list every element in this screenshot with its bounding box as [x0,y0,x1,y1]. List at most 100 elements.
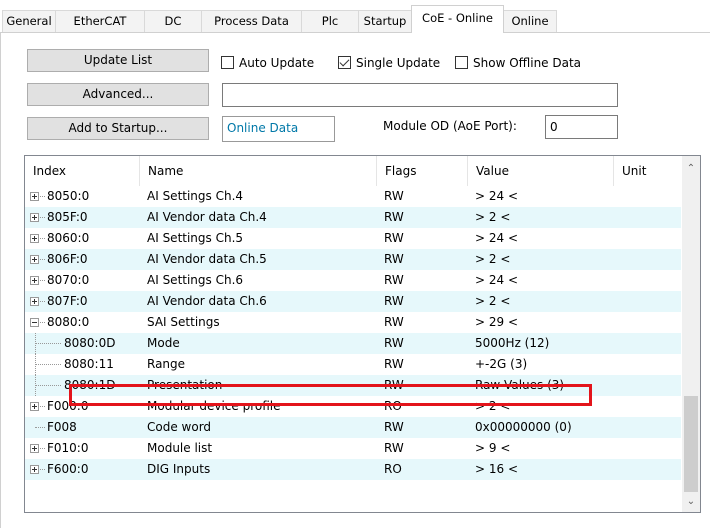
advanced-button[interactable]: Advanced... [27,83,209,106]
cell-value: > 29 < [475,315,519,329]
table-row[interactable]: 8080:0D Mode RW 5000Hz (12) [25,333,681,354]
tab-dc[interactable]: DC [144,10,202,32]
show-offline-data-label: Show Offline Data [473,56,582,70]
cell-value: > 24 < [475,273,519,287]
cell-index: 8080:11 [64,357,114,371]
cell-value: 5000Hz (12) [475,336,550,350]
table-row[interactable]: F008 Code word RW 0x00000000 (0) [25,417,681,438]
tab-ethercat[interactable]: EtherCAT [55,10,145,32]
collapse-minus-icon[interactable] [30,318,39,327]
cell-flags: RW [384,315,404,329]
table-row[interactable]: 8080:1D Presentation RW Raw Values (3) [25,375,681,396]
cell-flags: RW [384,273,404,287]
cell-value: > 24 < [475,189,519,203]
vertical-scrollbar[interactable]: ⌃ ⌄ [682,156,700,512]
tree-line [35,364,61,365]
cell-flags: RW [384,231,404,245]
table-row[interactable]: F600:0 DIG Inputs RO > 16 < [25,459,681,480]
expand-plus-icon[interactable] [30,213,39,222]
scroll-down-icon[interactable]: ⌄ [682,493,700,511]
cell-index: F008 [47,420,77,434]
cell-flags: RW [384,189,404,203]
checkbox-box[interactable] [455,56,468,69]
cell-flags: RW [384,420,404,434]
tree-line [40,406,45,407]
cell-index: 8070:0 [47,273,90,287]
cell-flags: RW [384,441,404,455]
column-header-value[interactable]: Value [468,156,614,186]
tree-line [40,238,45,239]
expand-plus-icon[interactable] [30,297,39,306]
table-row[interactable]: F000:0 Modular device profile RO > 2 < [25,396,681,417]
table-row[interactable]: F010:0 Module list RW > 9 < [25,438,681,459]
cell-value: 0x00000000 (0) [475,420,572,434]
tree-line [40,322,45,323]
cell-name: AI Settings Ch.6 [147,273,244,287]
coe-object-list[interactable]: Index Name Flags Value Unit 8050:0 AI Set… [24,155,701,513]
tab-plc[interactable]: Plc [301,10,359,32]
expand-plus-icon[interactable] [30,234,39,243]
scrollbar-thumb[interactable] [684,396,698,492]
column-header-flags[interactable]: Flags [377,156,468,186]
table-row[interactable]: 805F:0 AI Vendor data Ch.4 RW > 2 < [25,207,681,228]
cell-flags: RW [384,252,404,266]
scroll-up-icon[interactable]: ⌃ [682,160,700,178]
tree-line [35,343,61,344]
cell-name: Modular device profile [147,399,281,413]
update-list-button[interactable]: Update List [27,49,209,72]
cell-value: > 24 < [475,231,519,245]
expand-plus-icon[interactable] [30,192,39,201]
table-row[interactable]: 8060:0 AI Settings Ch.5 RW > 24 < [25,228,681,249]
checkbox-box-checked[interactable] [338,56,351,69]
cell-value: Raw Values (3) [475,378,565,392]
expand-plus-icon[interactable] [30,402,39,411]
tab-online[interactable]: Online [503,10,557,32]
cell-index: 805F:0 [47,210,88,224]
cell-flags: RO [384,462,402,476]
tab-startup[interactable]: Startup [358,10,412,32]
cell-value: > 2 < [475,294,511,308]
tree-line [35,427,45,428]
cell-value: > 2 < [475,210,511,224]
module-od-input[interactable]: 0 [545,115,618,139]
cell-name: Range [147,357,186,371]
cell-index: 8080:0 [47,315,90,329]
table-row[interactable]: 8080:11 Range RW +-2G (3) [25,354,681,375]
tab-general[interactable]: General [2,10,56,32]
table-row[interactable]: 806F:0 AI Vendor data Ch.5 RW > 2 < [25,249,681,270]
cell-name: AI Vendor data Ch.6 [147,294,267,308]
table-row[interactable]: 8050:0 AI Settings Ch.4 RW > 24 < [25,186,681,207]
cell-index: 8050:0 [47,189,90,203]
show-offline-data-checkbox[interactable]: Show Offline Data [455,54,581,72]
cell-flags: RW [384,336,404,350]
single-update-checkbox[interactable]: Single Update [338,54,440,72]
status-field [222,83,618,107]
expand-plus-icon[interactable] [30,276,39,285]
cell-value: > 9 < [475,441,511,455]
list-header: Index Name Flags Value Unit [25,156,681,186]
expand-plus-icon[interactable] [30,255,39,264]
add-to-startup-button[interactable]: Add to Startup... [27,117,209,140]
checkbox-box[interactable] [221,56,234,69]
expand-plus-icon[interactable] [30,465,39,474]
cell-name: SAI Settings [147,315,220,329]
cell-index: F010:0 [47,441,89,455]
cell-name: AI Settings Ch.4 [147,189,244,203]
online-data-field: Online Data [222,116,335,142]
tree-line [40,259,45,260]
table-row[interactable]: 8080:0 SAI Settings RW > 29 < [25,312,681,333]
column-header-unit[interactable]: Unit [614,156,681,186]
table-row[interactable]: 8070:0 AI Settings Ch.6 RW > 24 < [25,270,681,291]
auto-update-checkbox[interactable]: Auto Update [221,54,314,72]
table-row[interactable]: 807F:0 AI Vendor data Ch.6 RW > 2 < [25,291,681,312]
cell-flags: RW [384,378,404,392]
cell-name: Module list [147,441,213,455]
tab-coe-online[interactable]: CoE - Online [411,5,504,33]
cell-flags: RO [384,399,402,413]
cell-name: AI Settings Ch.5 [147,231,244,245]
column-header-index[interactable]: Index [25,156,140,186]
tab-process-data[interactable]: Process Data [201,10,302,32]
tree-line [40,280,45,281]
column-header-name[interactable]: Name [140,156,377,186]
expand-plus-icon[interactable] [30,444,39,453]
